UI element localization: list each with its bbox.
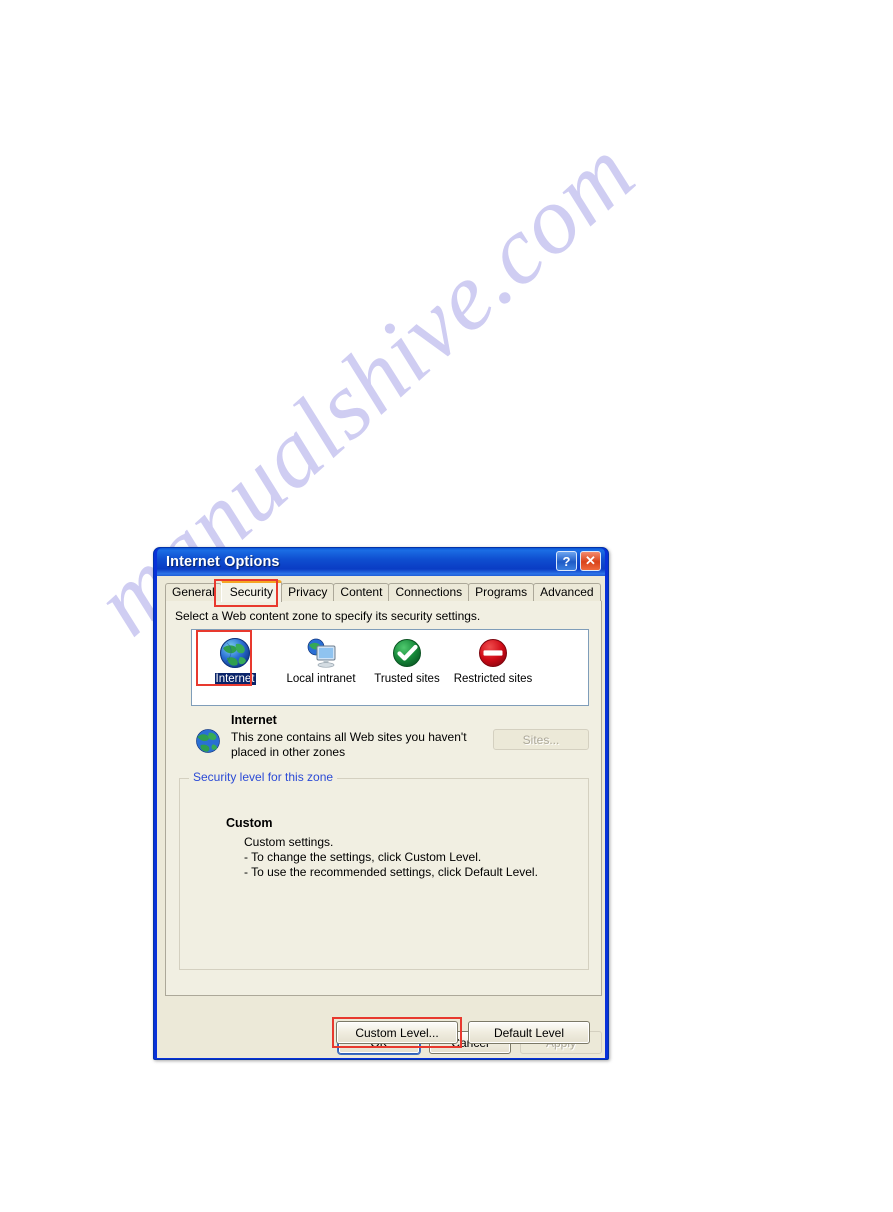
security-level-line-1: Custom settings. (244, 835, 334, 849)
globe-icon (196, 729, 220, 753)
tab-strip: General Security Privacy Content Connect… (165, 580, 601, 602)
default-level-button[interactable]: Default Level (468, 1021, 590, 1044)
tab-connections[interactable]: Connections (388, 583, 470, 601)
dialog-titlebar[interactable]: Internet Options ? ✕ (157, 548, 605, 576)
zone-listbox[interactable]: Internet Local intranet Trusted sites Re… (191, 629, 589, 706)
security-level-name: Custom (226, 816, 273, 830)
dialog-title: Internet Options (166, 554, 280, 570)
tab-content[interactable]: Content (333, 583, 390, 601)
dialog-client-area: General Security Privacy Content Connect… (157, 576, 605, 1058)
tab-general[interactable]: General (165, 583, 222, 601)
tab-programs[interactable]: Programs (468, 583, 535, 601)
security-level-legend: Security level for this zone (189, 770, 338, 784)
zone-label-local-intranet: Local intranet (286, 673, 356, 685)
zone-item-internet[interactable]: Internet (192, 634, 278, 705)
help-icon[interactable]: ? (556, 551, 577, 571)
security-level-line-3: - To use the recommended settings, click… (244, 865, 538, 879)
security-level-line-2: - To change the settings, click Custom L… (244, 850, 482, 864)
green-check-icon (393, 639, 421, 667)
zone-description: Internet This zone contains all Web site… (191, 713, 589, 765)
zone-label-internet: Internet (214, 673, 256, 685)
globe-monitor-icon (307, 638, 336, 668)
security-level-description: Custom settings. - To change the setting… (244, 835, 538, 880)
zone-label-trusted-sites: Trusted sites (374, 673, 440, 685)
zone-description-body: This zone contains all Web sites you hav… (231, 730, 467, 759)
tab-advanced[interactable]: Advanced (533, 583, 601, 601)
zone-instructions-label: Select a Web content zone to specify its… (175, 609, 481, 623)
custom-level-button[interactable]: Custom Level... (336, 1021, 458, 1044)
security-tab-panel: Select a Web content zone to specify its… (165, 600, 602, 1048)
zone-label-restricted-sites: Restricted sites (453, 673, 533, 685)
zone-item-restricted-sites[interactable]: Restricted sites (450, 634, 536, 705)
tab-security[interactable]: Security (220, 580, 283, 602)
tab-privacy[interactable]: Privacy (281, 583, 335, 601)
zone-item-trusted-sites[interactable]: Trusted sites (364, 634, 450, 705)
titlebar-button-group: ? ✕ (556, 551, 601, 571)
zone-description-title: Internet (231, 713, 277, 727)
zone-item-local-intranet[interactable]: Local intranet (278, 634, 364, 705)
red-deny-icon (479, 639, 507, 667)
close-icon[interactable]: ✕ (580, 551, 601, 571)
sites-button[interactable]: Sites... (493, 729, 589, 750)
globe-icon (220, 638, 250, 668)
internet-options-dialog: Internet Options ? ✕ General Security Pr… (153, 547, 609, 1060)
